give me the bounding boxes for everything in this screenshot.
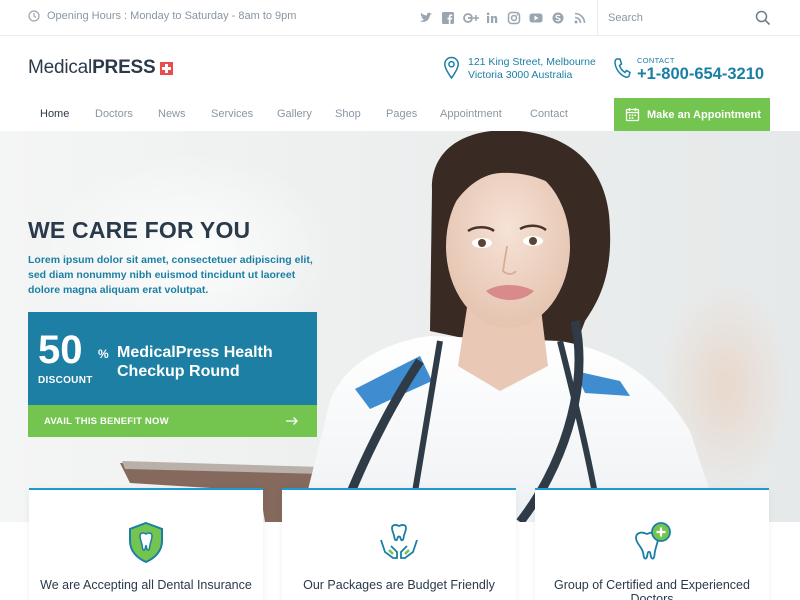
skype-icon[interactable] bbox=[550, 10, 566, 26]
youtube-icon[interactable] bbox=[528, 10, 544, 26]
make-appointment-button[interactable]: Make an Appointment bbox=[614, 98, 770, 131]
instagram-icon[interactable] bbox=[506, 10, 522, 26]
calendar-icon bbox=[625, 108, 640, 122]
make-appointment-label: Make an Appointment bbox=[647, 108, 761, 121]
hero-banner: WE CARE FOR YOU Lorem ipsum dolor sit am… bbox=[0, 131, 800, 522]
phone-icon bbox=[614, 58, 631, 78]
site-logo[interactable]: Medical PRESS bbox=[28, 57, 173, 79]
social-links bbox=[418, 10, 594, 26]
phone-number[interactable]: +1-800-654-3210 bbox=[637, 65, 764, 83]
contact-label: CONTACT bbox=[637, 56, 675, 65]
avail-benefit-button[interactable]: AVAIL THIS BENEFIT NOW bbox=[28, 405, 317, 437]
nav-item-pages[interactable]: Pages bbox=[386, 108, 417, 120]
clock-icon bbox=[28, 10, 40, 22]
arrow-right-icon bbox=[286, 417, 298, 425]
search-input[interactable] bbox=[608, 9, 758, 27]
nav-item-doctors[interactable]: Doctors bbox=[95, 108, 133, 120]
avail-benefit-label: AVAIL THIS BENEFIT NOW bbox=[44, 415, 169, 427]
rss-icon[interactable] bbox=[572, 10, 588, 26]
address-line-2: Victoria 3000 Australia bbox=[468, 69, 573, 81]
tooth-plus-icon bbox=[635, 522, 671, 560]
nav-item-gallery[interactable]: Gallery bbox=[277, 108, 312, 120]
discount-promo-box: 50 % DISCOUNT MedicalPress Health Checku… bbox=[28, 312, 317, 405]
discount-label: DISCOUNT bbox=[38, 375, 93, 386]
nav-item-news[interactable]: News bbox=[158, 108, 186, 120]
discount-number: 50 bbox=[38, 328, 83, 372]
promo-title: MedicalPress Health Checkup Round bbox=[117, 344, 273, 380]
contact-block: CONTACT +1-800-654-3210 bbox=[613, 56, 764, 83]
feature-title-doctors: Group of Certified and Experienced Docto… bbox=[554, 578, 750, 600]
hands-tooth-icon bbox=[380, 524, 418, 559]
nav-item-services[interactable]: Services bbox=[211, 108, 253, 120]
nav-item-home[interactable]: Home bbox=[40, 108, 69, 120]
hero-description: Lorem ipsum dolor sit amet, consectetuer… bbox=[28, 254, 313, 296]
feature-title-packages: Our Packages are Budget Friendly bbox=[303, 578, 495, 592]
search-box bbox=[598, 0, 800, 36]
top-bar: Opening Hours : Monday to Saturday - 8am… bbox=[0, 0, 800, 36]
address-line-1: 121 King Street, Melbourne bbox=[468, 56, 596, 68]
search-button[interactable] bbox=[754, 9, 772, 27]
feature-card-doctors[interactable]: Group of Certified and Experienced Docto… bbox=[535, 488, 769, 600]
medical-cross-icon bbox=[159, 61, 173, 75]
location-pin-icon bbox=[444, 56, 459, 80]
feature-card-insurance[interactable]: We are Accepting all Dental Insurance bbox=[29, 488, 263, 600]
linkedin-icon[interactable] bbox=[484, 10, 500, 26]
nav-item-appointment[interactable]: Appointment bbox=[440, 108, 502, 120]
hero-title: WE CARE FOR YOU bbox=[28, 217, 251, 243]
main-nav: Home Doctors News Services Gallery Shop … bbox=[0, 98, 800, 131]
discount-percent: % bbox=[98, 347, 109, 361]
dental-shield-icon bbox=[129, 521, 163, 564]
logo-text-light: Medical bbox=[28, 57, 93, 78]
logo-text-bold: PRESS bbox=[92, 57, 156, 78]
nav-item-shop[interactable]: Shop bbox=[335, 108, 361, 120]
facebook-icon[interactable] bbox=[440, 10, 456, 26]
address-block: 121 King Street, Melbourne Victoria 3000… bbox=[443, 56, 596, 82]
nav-item-contact[interactable]: Contact bbox=[530, 108, 568, 120]
twitter-icon[interactable] bbox=[418, 10, 434, 26]
google-plus-icon[interactable] bbox=[462, 10, 479, 26]
feature-title-insurance: We are Accepting all Dental Insurance bbox=[40, 578, 252, 592]
feature-card-packages[interactable]: Our Packages are Budget Friendly bbox=[282, 488, 516, 600]
site-header: Medical PRESS 121 King Street, Melbourne … bbox=[0, 36, 800, 98]
search-icon bbox=[755, 10, 771, 26]
opening-hours: Opening Hours : Monday to Saturday - 8am… bbox=[28, 10, 296, 22]
opening-hours-text: Opening Hours : Monday to Saturday - 8am… bbox=[47, 10, 297, 22]
